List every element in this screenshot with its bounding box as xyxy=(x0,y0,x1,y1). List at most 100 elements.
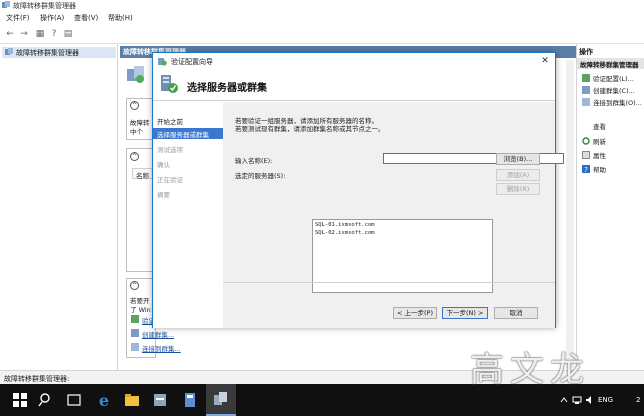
input-language[interactable]: ENG xyxy=(598,396,613,404)
collapse-icon[interactable]: ^ xyxy=(130,101,139,110)
action-label: 帮助 xyxy=(593,166,606,174)
validate-configuration-wizard: 验证配置向导 ✕ 选择服务器或群集 开始之前 选择服务器或群集 测试选项 确认 … xyxy=(152,52,564,328)
menu-view[interactable]: 查看(V) xyxy=(74,13,98,23)
help-icon: ? xyxy=(582,165,590,173)
watermark: 高文龙 xyxy=(470,350,590,390)
toolbar: ← → ▦ ? ▤ xyxy=(0,24,644,44)
cluster-icon xyxy=(5,48,13,55)
action-label: 创建群集(C)... xyxy=(593,87,635,95)
app-titlebar: 故障转移群集管理器 xyxy=(0,0,644,11)
actions-pane: 操作 故障转移群集管理器 验证配置(L)... 创建群集(C)... 连接到群集… xyxy=(576,44,644,370)
action-properties[interactable]: 属性 xyxy=(582,150,644,160)
svg-text:?: ? xyxy=(584,166,588,173)
step-select-servers[interactable]: 选择服务器或群集 xyxy=(153,128,223,139)
help-icon[interactable]: ? xyxy=(48,28,60,40)
server-manager-icon[interactable] xyxy=(150,390,170,410)
tree-node-label: 故障转移群集管理器 xyxy=(16,49,79,57)
admin-tools-icon[interactable] xyxy=(180,390,200,410)
connect-cluster-icon xyxy=(582,98,590,106)
step-label: 摘要 xyxy=(157,191,170,199)
properties-icon xyxy=(582,151,590,159)
step-before-you-begin[interactable]: 开始之前 xyxy=(153,115,223,126)
center-scrollbar[interactable] xyxy=(566,60,574,368)
wizard-icon xyxy=(158,58,167,66)
step-summary: 摘要 xyxy=(153,188,223,199)
back-arrow-icon[interactable]: ← xyxy=(4,28,16,40)
cluster-large-icon xyxy=(127,66,144,83)
tree-node-root[interactable]: 故障转移群集管理器 xyxy=(2,47,116,58)
column-header-label: 名称 xyxy=(136,172,149,180)
action-help[interactable]: ? 帮助 xyxy=(582,164,644,174)
task-view-icon[interactable] xyxy=(64,390,84,410)
app-title: 故障转移群集管理器 xyxy=(13,2,76,10)
internet-explorer-icon[interactable]: e xyxy=(94,390,114,410)
selected-servers-label: 选定的服务器(S): xyxy=(235,172,286,180)
dialog-title: 验证配置向导 xyxy=(171,58,213,66)
collapse-icon-3[interactable]: ^ xyxy=(130,281,139,290)
validate-icon xyxy=(582,74,590,82)
validate-icon xyxy=(131,315,139,323)
search-icon[interactable] xyxy=(36,390,56,410)
dialog-titlebar[interactable]: 验证配置向导 xyxy=(153,53,555,69)
list-item[interactable]: SQL-02.ixmsoft.com xyxy=(315,230,375,236)
forward-arrow-icon[interactable]: → xyxy=(18,28,30,40)
collapse-icon-2[interactable]: ^ xyxy=(130,152,139,161)
actions-group-header[interactable]: 故障转移群集管理器 xyxy=(577,58,644,69)
next-button[interactable]: 下一步(N) > xyxy=(442,307,488,319)
close-icon[interactable]: ✕ xyxy=(539,55,551,67)
menu-file[interactable]: 文件(F) xyxy=(6,13,30,23)
menu-action[interactable]: 操作(A) xyxy=(40,13,64,23)
tray-clock[interactable]: 2 xyxy=(636,396,640,404)
step-label: 选择服务器或群集 xyxy=(157,131,209,139)
navigation-tree: 故障转移群集管理器 xyxy=(0,44,118,370)
create-cluster-link[interactable]: 创建群集... xyxy=(142,329,174,339)
dialog-heading: 选择服务器或群集 xyxy=(187,83,267,94)
action-label: 连接到群集(O)... xyxy=(593,99,642,107)
step-label: 测试选项 xyxy=(157,146,183,154)
action-view[interactable]: 查看 xyxy=(582,121,644,131)
server-check-icon xyxy=(161,75,178,93)
dialog-separator xyxy=(223,282,555,283)
action-validate[interactable]: 验证配置(L)... xyxy=(582,73,644,83)
connect-cluster-link[interactable]: 连接到群集... xyxy=(142,343,181,353)
action-refresh[interactable]: 刷新 xyxy=(582,136,644,146)
list-item[interactable]: SQL-01.ixmsoft.com xyxy=(315,222,375,228)
create-cluster-icon xyxy=(582,86,590,94)
file-explorer-icon[interactable] xyxy=(122,390,142,410)
action-create-cluster[interactable]: 创建群集(C)... xyxy=(582,85,644,95)
actions-title: 操作 xyxy=(579,48,593,56)
dialog-body: 若要验证一组服务器，请添加所有服务器的名称。 若要测试现有群集，请添加群集名称或… xyxy=(223,102,564,328)
refresh-icon xyxy=(582,137,590,145)
cancel-button[interactable]: 取消 xyxy=(494,307,538,319)
windows-start-icon[interactable] xyxy=(10,390,30,410)
add-button[interactable]: 添加(A) xyxy=(496,169,540,181)
step-label: 确认 xyxy=(157,161,170,169)
menu-help[interactable]: 帮助(H) xyxy=(108,13,133,23)
network-icon[interactable] xyxy=(572,395,582,405)
dialog-header: 选择服务器或群集 xyxy=(153,69,555,101)
action-label: 查看 xyxy=(593,123,606,131)
menu-bar: 文件(F) 操作(A) 查看(V) 帮助(H) xyxy=(0,11,644,24)
management-text-2: 了 Win xyxy=(130,306,151,314)
action-label: 属性 xyxy=(593,152,606,160)
volume-icon[interactable] xyxy=(585,395,595,405)
step-label: 正在验证 xyxy=(157,176,183,184)
action-label: 刷新 xyxy=(593,138,606,146)
taskbar-active-app[interactable] xyxy=(206,384,236,416)
wizard-steps: 开始之前 选择服务器或群集 测试选项 确认 正在验证 摘要 xyxy=(153,102,223,328)
remove-button[interactable]: 删除(R) xyxy=(496,183,540,195)
action-connect-cluster[interactable]: 连接到群集(O)... xyxy=(582,97,644,107)
create-cluster-icon xyxy=(131,329,139,337)
action-label: 验证配置(L)... xyxy=(593,75,634,83)
browse-button[interactable]: 浏览(B)... xyxy=(496,153,540,165)
step-label: 开始之前 xyxy=(157,118,183,126)
previous-button[interactable]: < 上一步(P) xyxy=(393,307,437,319)
details-icon[interactable]: ▤ xyxy=(62,28,74,40)
show-tree-icon[interactable]: ▦ xyxy=(34,28,46,40)
status-text: 故障转移群集管理器: xyxy=(4,375,70,383)
cluster-manager-taskbar-icon xyxy=(214,392,227,405)
step-test-options: 测试选项 xyxy=(153,143,223,154)
connect-cluster-icon xyxy=(131,343,139,351)
tray-chevron-icon[interactable] xyxy=(560,396,568,404)
intro-line-2: 若要测试现有群集，请添加群集名称或其节点之一。 xyxy=(235,125,385,133)
